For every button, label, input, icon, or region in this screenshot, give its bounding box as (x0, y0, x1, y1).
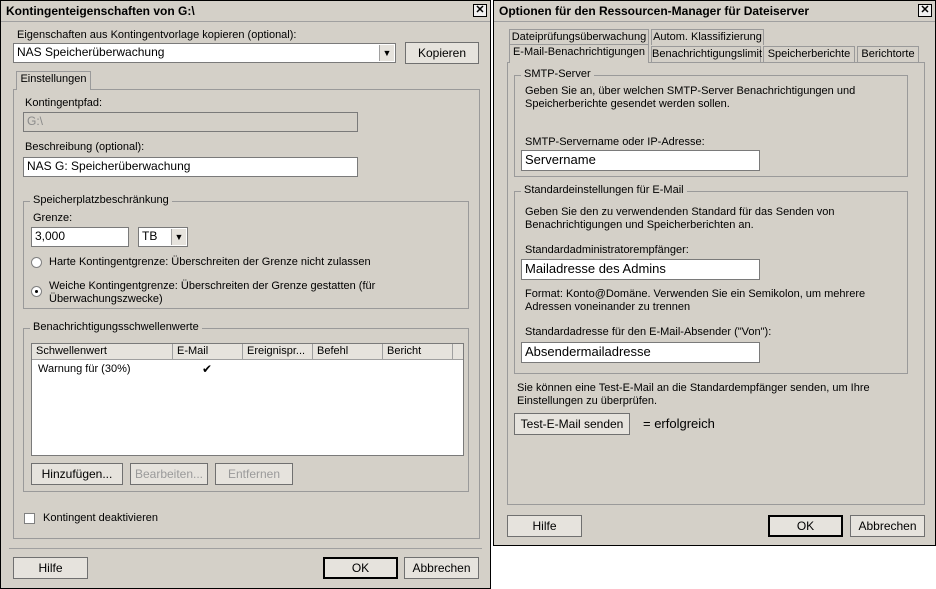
disable-quota-checkbox[interactable] (24, 513, 35, 524)
cancel-button[interactable]: Abbrechen (404, 557, 479, 579)
close-icon[interactable]: ✕ (918, 4, 932, 17)
column-header-email[interactable]: E-Mail (173, 344, 243, 360)
dialog-title: Kontingenteigenschaften von G:\ (6, 4, 195, 18)
soft-limit-label[interactable]: Weiche Kontingentgrenze: Überschreiten d… (49, 280, 379, 306)
template-label: Eigenschaften aus Kontingentvorlage kopi… (17, 29, 297, 41)
radio-selected-dot (35, 290, 38, 293)
threshold-group-title: Benachrichtigungsschwellenwerte (30, 321, 202, 333)
remove-threshold-button[interactable]: Entfernen (215, 463, 293, 485)
smtp-group-title: SMTP-Server (521, 68, 594, 80)
close-icon[interactable]: ✕ (473, 4, 487, 17)
title-bar[interactable]: Optionen für den Ressourcen-Manager für … (494, 1, 935, 22)
description-field[interactable]: NAS G: Speicherüberwachung (23, 157, 358, 177)
soft-limit-radio[interactable] (31, 286, 42, 297)
help-button[interactable]: Hilfe (13, 557, 88, 579)
tab-storage-reports[interactable]: Speicherberichte (763, 46, 855, 63)
tab-email-notifications[interactable]: E-Mail-Benachrichtigungen (509, 44, 649, 63)
column-header-event[interactable]: Ereignispr... (243, 344, 313, 360)
smtp-server-field[interactable]: Servername (521, 150, 760, 171)
unit-value: TB (142, 229, 158, 243)
template-value: NAS Speicherüberwachung (17, 45, 165, 59)
edit-threshold-button[interactable]: Bearbeiten... (130, 463, 208, 485)
column-header-report[interactable]: Bericht (383, 344, 453, 360)
sender-address-field[interactable]: Absendermailadresse (521, 342, 760, 363)
bottom-divider (9, 548, 482, 549)
chevron-down-icon[interactable]: ▼ (379, 45, 394, 61)
template-combobox[interactable]: NAS Speicherüberwachung ▼ (13, 43, 396, 63)
threshold-list[interactable]: Schwellenwert E-Mail Ereignispr... Befeh… (31, 343, 464, 456)
column-header-filler (453, 344, 463, 360)
limit-label: Grenze: (33, 212, 73, 224)
cancel-button[interactable]: Abbrechen (850, 515, 925, 537)
hard-limit-radio[interactable] (31, 257, 42, 268)
quota-properties-dialog: Kontingenteigenschaften von G:\ ✕ Eigens… (0, 0, 491, 589)
checkmark-icon: ✔ (202, 362, 213, 376)
admin-recipient-label: Standardadministratorempfänger: (525, 244, 689, 256)
email-defaults-group-title: Standardeinstellungen für E-Mail (521, 184, 687, 196)
column-header-command[interactable]: Befehl (313, 344, 383, 360)
column-header-threshold[interactable]: Schwellenwert (32, 344, 173, 360)
row-threshold: Warnung für (30%) (38, 363, 131, 375)
limit-field[interactable]: 3,000 (31, 227, 129, 247)
smtp-description: Geben Sie an, über welchen SMTP-Server B… (525, 85, 856, 110)
path-label: Kontingentpfad: (25, 97, 103, 109)
path-field: G:\ (23, 112, 358, 132)
format-hint: Format: Konto@Domäne. Verwenden Sie ein … (525, 288, 866, 313)
tab-auto-classification[interactable]: Autom. Klassifizierung (651, 29, 764, 45)
test-email-description: Sie können eine Test-E-Mail an die Stand… (517, 382, 870, 407)
admin-recipient-field[interactable]: Mailadresse des Admins (521, 259, 760, 280)
disable-quota-label[interactable]: Kontingent deaktivieren (43, 512, 158, 524)
limit-group-title: Speicherplatzbeschränkung (30, 194, 172, 206)
help-button[interactable]: Hilfe (507, 515, 582, 537)
copy-button[interactable]: Kopieren (405, 42, 479, 64)
dialog-title: Optionen für den Ressourcen-Manager für … (499, 4, 810, 18)
send-test-email-button[interactable]: Test-E-Mail senden (514, 413, 630, 435)
hard-limit-label[interactable]: Harte Kontingentgrenze: Überschreiten de… (49, 256, 371, 268)
tab-report-locations[interactable]: Berichtorte (857, 46, 919, 63)
unit-combobox[interactable]: TB ▼ (138, 227, 188, 247)
description-label: Beschreibung (optional): (25, 141, 145, 153)
test-result-text: = erfolgreich (643, 416, 715, 431)
ok-button[interactable]: OK (768, 515, 843, 537)
smtp-label: SMTP-Servername oder IP-Adresse: (525, 136, 705, 148)
add-threshold-button[interactable]: Hinzufügen... (31, 463, 123, 485)
chevron-down-icon[interactable]: ▼ (171, 229, 186, 245)
sender-label: Standardadresse für den E-Mail-Absender … (525, 326, 772, 338)
tab-notification-limits[interactable]: Benachrichtigungslimit (651, 46, 762, 63)
tab-settings[interactable]: Einstellungen (16, 71, 91, 90)
fsrm-options-dialog: Optionen für den Ressourcen-Manager für … (493, 0, 936, 546)
tab-file-screen-audit[interactable]: Dateiprüfungsüberwachung (509, 29, 649, 45)
title-bar[interactable]: Kontingenteigenschaften von G:\ ✕ (1, 1, 490, 22)
ok-button[interactable]: OK (323, 557, 398, 579)
email-defaults-description: Geben Sie den zu verwendenden Standard f… (525, 206, 835, 231)
table-row[interactable]: Warnung für (30%) ✔ (32, 362, 463, 377)
